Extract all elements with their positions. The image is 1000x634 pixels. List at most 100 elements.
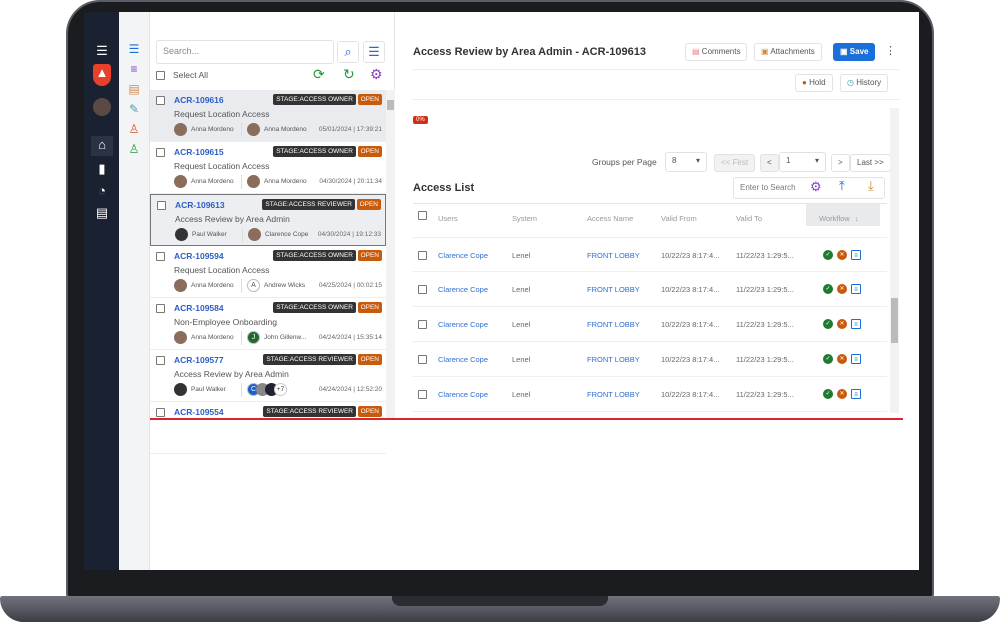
select-all-checkbox[interactable]: [156, 71, 165, 80]
list-icon[interactable]: ☰: [127, 42, 141, 56]
more-avatars-count[interactable]: +7: [274, 383, 287, 396]
reject-icon[interactable]: ✕: [837, 319, 847, 329]
user-add-icon[interactable]: ♙: [127, 142, 141, 156]
user-link[interactable]: Clarence Cope: [438, 390, 488, 399]
reject-icon[interactable]: ✕: [837, 389, 847, 399]
access-name-link[interactable]: FRONT LOBBY: [587, 390, 640, 399]
request-id[interactable]: ACR-109554: [174, 407, 224, 417]
search-input[interactable]: Search...: [156, 40, 334, 64]
approve-icon[interactable]: ✓: [823, 284, 833, 294]
column-header[interactable]: Valid To: [736, 214, 762, 223]
approve-icon[interactable]: ✓: [823, 319, 833, 329]
request-id[interactable]: ACR-109594: [174, 251, 224, 261]
column-header[interactable]: Users: [438, 214, 458, 223]
access-search-input[interactable]: Enter to Search: [733, 177, 885, 199]
list-scrollbar[interactable]: [386, 90, 395, 418]
item-checkbox[interactable]: [156, 408, 165, 417]
request-id[interactable]: ACR-109577: [174, 355, 224, 365]
upload-icon[interactable]: ⤒: [839, 178, 845, 194]
list-item[interactable]: ACR-109577 STAGE:ACCESS REVIEWER OPEN Ac…: [150, 350, 386, 402]
more-icon[interactable]: ⋮: [885, 44, 896, 57]
column-header[interactable]: Valid From: [661, 214, 697, 223]
settings-icon[interactable]: ⚙: [370, 66, 383, 83]
access-name-link[interactable]: FRONT LOBBY: [587, 285, 640, 294]
select-all-rows-checkbox[interactable]: [418, 211, 427, 220]
comments-button[interactable]: ▤ Comments: [685, 43, 748, 61]
column-header[interactable]: Workflow: [819, 214, 850, 223]
request-id[interactable]: ACR-109615: [174, 147, 224, 157]
item-checkbox[interactable]: [156, 96, 165, 105]
notes-icon[interactable]: ▤: [127, 82, 141, 96]
download-icon[interactable]: ⤓: [868, 178, 874, 194]
view-details-icon[interactable]: ≡: [851, 250, 861, 260]
user-remove-icon[interactable]: ♙: [127, 122, 141, 136]
access-name-link[interactable]: FRONT LOBBY: [587, 251, 640, 260]
requester-name: Anna Mordeno: [191, 282, 234, 289]
approve-icon[interactable]: ✓: [823, 389, 833, 399]
approve-icon[interactable]: ✓: [823, 250, 833, 260]
view-details-icon[interactable]: ≡: [851, 389, 861, 399]
reject-icon[interactable]: ✕: [837, 250, 847, 260]
reject-icon[interactable]: ✕: [837, 354, 847, 364]
avatar: [248, 228, 261, 241]
page-select[interactable]: 1 ▾: [779, 152, 826, 172]
list-item[interactable]: ACR-109584 STAGE:ACCESS OWNER OPEN Non-E…: [150, 298, 386, 350]
archive-icon[interactable]: ▤: [93, 204, 111, 222]
user-link[interactable]: Clarence Cope: [438, 285, 488, 294]
access-name-link[interactable]: FRONT LOBBY: [587, 320, 640, 329]
avatar[interactable]: [93, 98, 111, 116]
request-title: Request Location Access: [174, 265, 270, 275]
sync-icon[interactable]: ⟳: [313, 66, 325, 83]
list-item[interactable]: ACR-109594 STAGE:ACCESS OWNER OPEN Reque…: [150, 246, 386, 298]
checklist-icon[interactable]: ✎: [127, 102, 141, 116]
view-details-icon[interactable]: ≡: [851, 284, 861, 294]
menu-icon[interactable]: ☰: [93, 42, 111, 60]
approve-icon[interactable]: ✓: [823, 354, 833, 364]
hold-button[interactable]: ● Hold: [795, 74, 833, 92]
main-scrollbar[interactable]: [890, 108, 899, 413]
save-button[interactable]: ▣ Save: [833, 43, 876, 61]
user-link[interactable]: Clarence Cope: [438, 355, 488, 364]
column-header[interactable]: System: [512, 214, 537, 223]
history-button[interactable]: ◷ History: [840, 74, 889, 92]
row-checkbox[interactable]: [418, 320, 427, 329]
user-link[interactable]: Clarence Cope: [438, 320, 488, 329]
status-badge: OPEN: [357, 354, 382, 365]
list-view-button[interactable]: ☰: [363, 41, 385, 63]
view-details-icon[interactable]: ≡: [851, 319, 861, 329]
item-checkbox[interactable]: [156, 304, 165, 313]
view-details-icon[interactable]: ≡: [851, 354, 861, 364]
groups-per-page-select[interactable]: 8 ▾: [665, 152, 707, 172]
user-link[interactable]: Clarence Cope: [438, 251, 488, 260]
request-id[interactable]: ACR-109613: [175, 200, 225, 210]
request-id[interactable]: ACR-109616: [174, 95, 224, 105]
pie-chart-icon[interactable]: ◔: [93, 182, 111, 200]
column-header[interactable]: Access Name: [587, 214, 633, 223]
last-page-button[interactable]: Last >>: [850, 154, 891, 172]
settings-icon[interactable]: ⚙: [810, 179, 822, 195]
first-page-button[interactable]: << First: [714, 154, 756, 172]
home-icon[interactable]: ⌂: [91, 136, 113, 156]
refresh-icon[interactable]: ↻: [343, 66, 355, 83]
item-checkbox[interactable]: [156, 252, 165, 261]
row-checkbox[interactable]: [418, 390, 427, 399]
prev-page-button[interactable]: <: [760, 154, 779, 172]
attachments-button[interactable]: ▣ Attachments: [754, 43, 822, 61]
list-item[interactable]: ACR-109616 STAGE:ACCESS OWNER OPEN Reque…: [150, 90, 386, 142]
list-item[interactable]: ACR-109613 STAGE:ACCESS REVIEWER OPEN Ac…: [150, 194, 386, 246]
item-checkbox[interactable]: [156, 356, 165, 365]
row-checkbox[interactable]: [418, 285, 427, 294]
row-checkbox[interactable]: [418, 251, 427, 260]
access-name-link[interactable]: FRONT LOBBY: [587, 355, 640, 364]
list-item[interactable]: ACR-109615 STAGE:ACCESS OWNER OPEN Reque…: [150, 142, 386, 194]
list-item[interactable]: ACR-109554 STAGE:ACCESS REVIEWER OPEN: [150, 402, 386, 454]
next-page-button[interactable]: >: [831, 154, 850, 172]
request-id[interactable]: ACR-109584: [174, 303, 224, 313]
row-checkbox[interactable]: [418, 355, 427, 364]
wrap-list-icon[interactable]: ≡: [127, 62, 141, 76]
reject-icon[interactable]: ✕: [837, 284, 847, 294]
search-button[interactable]: ⌕: [337, 41, 359, 63]
item-checkbox[interactable]: [156, 148, 165, 157]
document-icon[interactable]: ▮: [93, 160, 111, 178]
item-checkbox[interactable]: [157, 201, 166, 210]
